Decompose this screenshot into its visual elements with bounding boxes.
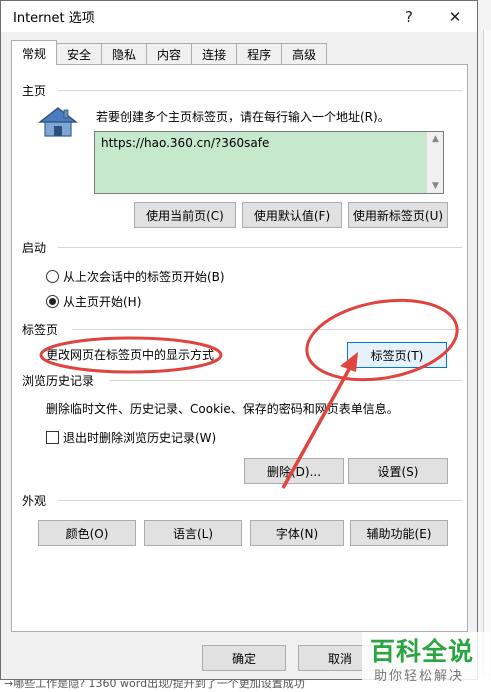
background-right-edge — [483, 30, 491, 692]
scroll-up-icon[interactable]: ▲ — [427, 134, 444, 144]
internet-options-dialog: Internet 选项 ? ✕ 常规 安全 隐私 内容 连接 程序 高级 — [0, 0, 478, 680]
startup-section-rule — [58, 247, 462, 248]
startup-last-session-option[interactable]: 从上次会话中的标签页开始(B) — [46, 268, 225, 285]
history-section-label: 浏览历史记录 — [22, 374, 95, 388]
radio-home[interactable] — [46, 295, 59, 308]
tabs-description: 更改网页在标签页中的显示方式 — [46, 348, 215, 362]
tab-programs[interactable]: 程序 — [236, 43, 283, 65]
homepage-url-field[interactable]: https://hao.360.cn/?360safe ▲ ▼ — [94, 131, 444, 194]
watermark-title: 百科全说 — [370, 637, 475, 666]
languages-button[interactable]: 语言(L) — [144, 520, 242, 546]
accessibility-button[interactable]: 辅助功能(E) — [350, 520, 448, 546]
startup-section-label: 启动 — [22, 241, 47, 255]
tab-general[interactable]: 常规 — [11, 40, 58, 65]
use-default-button[interactable]: 使用默认值(F) — [242, 202, 342, 228]
homepage-section-label: 主页 — [22, 84, 47, 98]
homepage-section-rule — [58, 90, 462, 91]
homepage-hint: 若要创建多个主页标签页，请在每行输入一个地址(R)。 — [96, 110, 390, 124]
use-current-button[interactable]: 使用当前页(C) — [134, 202, 236, 228]
fonts-button[interactable]: 字体(N) — [250, 520, 344, 546]
tab-security[interactable]: 安全 — [56, 43, 103, 65]
tab-advanced[interactable]: 高级 — [281, 43, 328, 65]
delete-on-exit-option[interactable]: 退出时删除浏览历史记录(W) — [46, 429, 216, 446]
startup-home-label: 从主页开始(H) — [63, 295, 142, 309]
radio-last-session[interactable] — [46, 270, 59, 283]
delete-history-button[interactable]: 删除(D)... — [244, 458, 344, 484]
delete-on-exit-label: 退出时删除浏览历史记录(W) — [63, 431, 217, 445]
homepage-url-value: https://hao.360.cn/?360safe — [101, 136, 270, 150]
watermark-subtitle: 助你轻松解决 — [374, 669, 465, 684]
appearance-section-rule — [58, 500, 462, 501]
url-scrollbar[interactable]: ▲ ▼ — [426, 132, 443, 193]
tab-strip: 常规 安全 隐私 内容 连接 程序 高级 — [11, 40, 328, 65]
tabs-settings-button[interactable]: 标签页(T) — [347, 342, 447, 368]
house-icon — [38, 107, 78, 137]
close-button[interactable]: ✕ — [433, 1, 477, 32]
startup-last-session-label: 从上次会话中的标签页开始(B) — [63, 270, 225, 284]
tabs-section-rule — [72, 329, 462, 330]
startup-home-option[interactable]: 从主页开始(H) — [46, 293, 141, 310]
help-button[interactable]: ? — [387, 1, 431, 32]
tab-privacy[interactable]: 隐私 — [101, 43, 148, 65]
appearance-section-label: 外观 — [22, 494, 47, 508]
history-description: 删除临时文件、历史记录、Cookie、保存的密码和网页表单信息。 — [46, 402, 399, 416]
title-bar: Internet 选项 ? ✕ — [1, 1, 477, 32]
ok-button[interactable]: 确定 — [202, 645, 286, 671]
scroll-down-icon[interactable]: ▼ — [427, 181, 444, 191]
colors-button[interactable]: 颜色(O) — [38, 520, 136, 546]
delete-on-exit-checkbox[interactable] — [46, 431, 59, 444]
tab-content[interactable]: 内容 — [146, 43, 193, 65]
watermark-logo: 百科全说 助你轻松解决 — [362, 632, 490, 688]
dialog-title: Internet 选项 — [13, 11, 95, 26]
tab-connections[interactable]: 连接 — [191, 43, 238, 65]
use-new-tab-button[interactable]: 使用新标签页(U) — [348, 202, 448, 228]
history-section-rule — [110, 380, 462, 381]
history-settings-button[interactable]: 设置(S) — [348, 458, 448, 484]
tabs-section-label: 标签页 — [22, 323, 59, 337]
